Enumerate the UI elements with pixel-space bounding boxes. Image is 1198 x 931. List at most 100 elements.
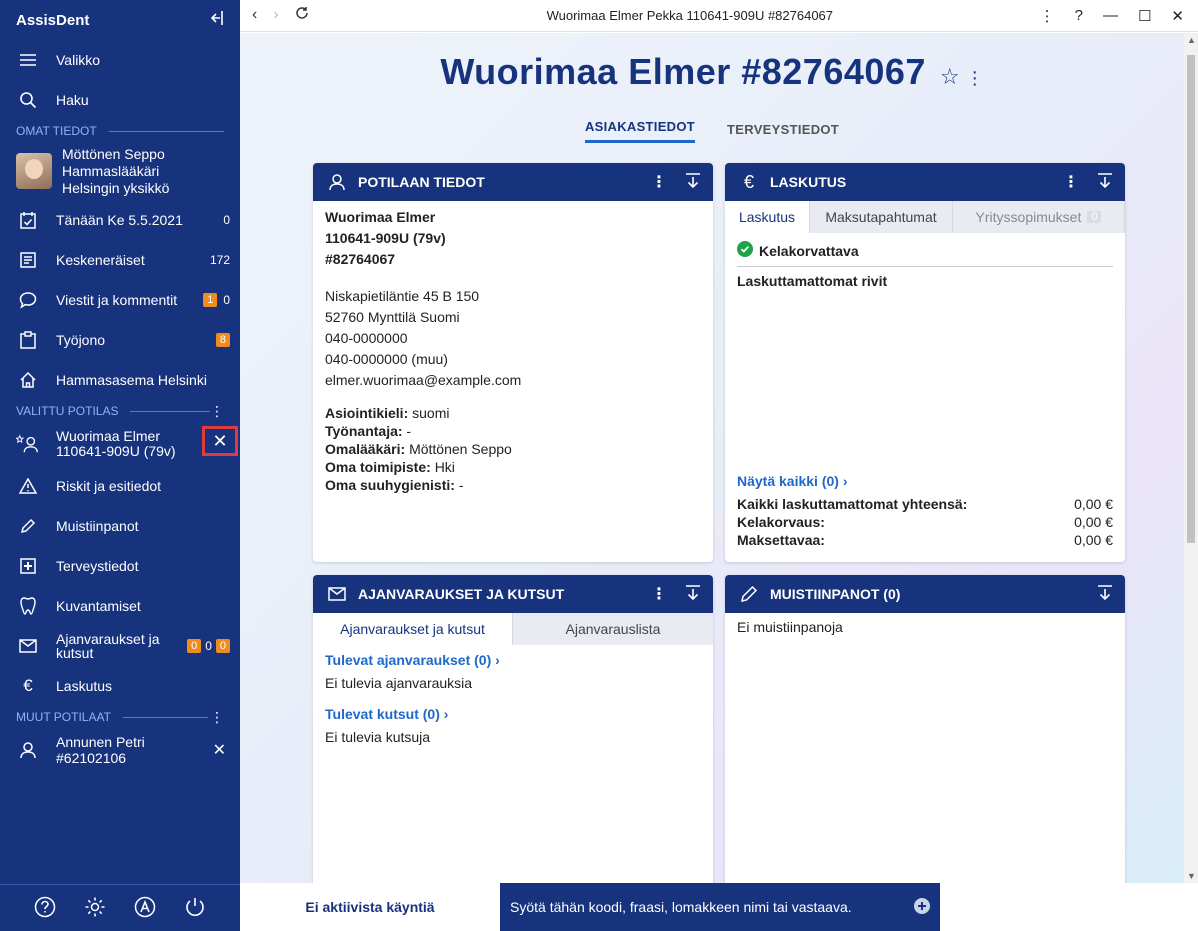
settings-gear-icon[interactable] (84, 896, 106, 921)
sum-row: Kelakorvaus: 0,00 € (737, 513, 1113, 531)
collapse-arrow-icon[interactable] (685, 172, 701, 193)
field-value: - (406, 423, 412, 439)
patient-header: Wuorimaa Elmer #82764067 ☆ ⋮ (240, 33, 1184, 111)
envelope-icon (325, 587, 349, 601)
email: elmer.wuorimaa@example.com (325, 372, 522, 388)
sidebar-item-messages[interactable]: Viestit ja kommentit 1 0 (0, 280, 240, 320)
sidebar-item-work-queue[interactable]: Työjono 8 (0, 320, 240, 360)
chevron-right-icon: › (443, 706, 449, 722)
back-icon[interactable]: ‹ (252, 6, 257, 25)
help-icon[interactable]: ? (1075, 7, 1083, 25)
more-vert-icon[interactable]: ⋮ (651, 172, 667, 192)
section-label: VALITTU POTILAS (16, 404, 119, 418)
collapse-arrow-icon[interactable] (1097, 172, 1113, 193)
sidebar-header: AssisDent (0, 0, 240, 40)
card-title: LASKUTUS (770, 174, 847, 190)
more-vert-icon[interactable]: ⋮ (1063, 172, 1079, 192)
help-icon[interactable] (34, 896, 56, 921)
sidebar-item-search[interactable]: Haku (0, 80, 240, 120)
add-circle-icon[interactable] (914, 897, 930, 917)
divider (130, 410, 210, 412)
divider (122, 716, 208, 718)
field-value: Möttönen Seppo (409, 441, 512, 457)
upcoming-invites-link[interactable]: Tulevat kutsut (0) › (325, 703, 701, 726)
notes-card: MUISTIINPANOT (0) Ei muistiinpanoja (725, 575, 1125, 883)
sidebar-item-billing[interactable]: € Laskutus (0, 666, 240, 706)
collapse-arrow-icon[interactable] (685, 584, 701, 605)
home-icon (16, 371, 40, 389)
close-icon[interactable]: ✕ (213, 740, 226, 760)
collapse-sidebar-icon[interactable] (210, 10, 224, 30)
command-input[interactable]: Syötä tähän koodi, fraasi, lomakkeen nim… (500, 883, 940, 931)
show-all-link[interactable]: Näytä kaikki (0) › (737, 473, 1113, 489)
scroll-down-icon[interactable]: ▼ (1187, 871, 1196, 881)
envelope-icon (16, 639, 40, 653)
more-vert-icon[interactable]: ⋮ (651, 584, 667, 604)
star-icon[interactable]: ☆ (940, 64, 960, 89)
sidebar-footer (0, 884, 240, 931)
maximize-icon[interactable]: ☐ (1138, 7, 1151, 25)
scrollbar-thumb[interactable] (1187, 55, 1195, 543)
sidebar-item-label: Ajanvaraukset ja kutsut (56, 631, 160, 661)
collapse-arrow-icon[interactable] (1097, 584, 1113, 605)
tab-appointment-list[interactable]: Ajanvarauslista (513, 613, 713, 645)
tab-payments[interactable]: Maksutapahtumat (810, 201, 953, 233)
chat-bubble-icon (16, 291, 40, 309)
forward-icon[interactable]: › (273, 6, 278, 25)
patient-full-name: Wuorimaa Elmer (325, 209, 436, 225)
user-name: Möttönen Seppo (62, 145, 165, 162)
count: 0 (205, 639, 212, 653)
document-icon (16, 252, 40, 268)
other-patient-item[interactable]: Annunen Petri #62102106 ✕ (0, 728, 240, 772)
tab-company-agreements[interactable]: Yrityssopimukset 0 (953, 201, 1125, 233)
sidebar-item-notes[interactable]: Muistiinpanot (0, 506, 240, 546)
scroll-up-icon[interactable]: ▲ (1187, 35, 1196, 45)
divider (108, 130, 224, 132)
close-window-icon[interactable]: ✕ (1171, 7, 1184, 25)
field-label: Oma suuhygienisti: (325, 477, 455, 493)
sidebar-item-label: Työjono (56, 332, 106, 348)
tab-appointments[interactable]: Ajanvaraukset ja kutsut (313, 613, 513, 645)
minimize-icon[interactable]: — (1103, 7, 1118, 25)
more-vert-icon[interactable]: ⋮ (210, 709, 224, 726)
sidebar-item-appointments[interactable]: Ajanvaraukset ja kutsut 0 0 0 (0, 626, 240, 666)
sidebar-item-health[interactable]: Terveystiedot (0, 546, 240, 586)
sum-value: 0,00 € (1074, 532, 1113, 548)
sidebar-item-label: Laskutus (56, 678, 113, 694)
account-a-icon[interactable] (134, 896, 156, 921)
card-header: € LASKUTUS ⋮ (725, 163, 1125, 201)
tab-customer-info[interactable]: ASIAKASTIEDOT (584, 119, 696, 143)
sidebar-item-today[interactable]: Tänään Ke 5.5.2021 0 (0, 200, 240, 240)
link-label: Tulevat kutsut (0) (325, 706, 440, 722)
refresh-icon[interactable] (295, 6, 309, 25)
person-icon (16, 741, 40, 759)
selected-patient-item[interactable]: Wuorimaa Elmer 110641-909U (79v) ✕ (0, 422, 240, 466)
current-user[interactable]: Möttönen Seppo Hammaslääkäri Helsingin y… (0, 142, 240, 200)
billing-tabs: Laskutus Maksutapahtumat Yrityssopimukse… (725, 201, 1125, 233)
tab-billing[interactable]: Laskutus (725, 201, 810, 233)
sidebar-item-label: Viestit ja kommentit (56, 292, 178, 308)
sidebar-item-clinic[interactable]: Hammasasema Helsinki (0, 360, 240, 400)
tab-health-info[interactable]: TERVEYSTIEDOT (727, 122, 839, 143)
hamburger-icon (16, 53, 40, 67)
command-placeholder: Syötä tähän koodi, fraasi, lomakkeen nim… (510, 899, 852, 915)
more-vert-icon[interactable]: ⋮ (1040, 7, 1055, 25)
power-icon[interactable] (184, 896, 206, 921)
field-hygienist: Oma suuhygienisti: - (325, 476, 701, 494)
scrollbar[interactable]: ▲ ▼ (1184, 33, 1198, 883)
page-title: Wuorimaa Elmer #82764067 (440, 51, 926, 92)
window-titlebar: ‹ › Wuorimaa Elmer Pekka 110641-909U #82… (240, 0, 1198, 32)
sidebar-item-label: Muistiinpanot (56, 518, 139, 534)
more-vert-icon[interactable]: ⋮ (966, 68, 984, 88)
sidebar-item-menu[interactable]: Valikko (0, 40, 240, 80)
sidebar-item-unfinished[interactable]: Keskeneräiset 172 (0, 240, 240, 280)
unread-badge: 1 (203, 293, 218, 307)
sidebar-item-imaging[interactable]: Kuvantamiset (0, 586, 240, 626)
app-name: AssisDent (16, 11, 90, 29)
close-patient-button[interactable]: ✕ (202, 426, 238, 456)
upcoming-appointments-link[interactable]: Tulevat ajanvaraukset (0) › (325, 649, 701, 672)
sidebar-item-risks[interactable]: Riskit ja esitiedot (0, 466, 240, 506)
address-line-1: Niskapietiläntie 45 B 150 (325, 288, 480, 304)
search-icon (16, 91, 40, 109)
more-vert-icon[interactable]: ⋮ (210, 403, 224, 420)
